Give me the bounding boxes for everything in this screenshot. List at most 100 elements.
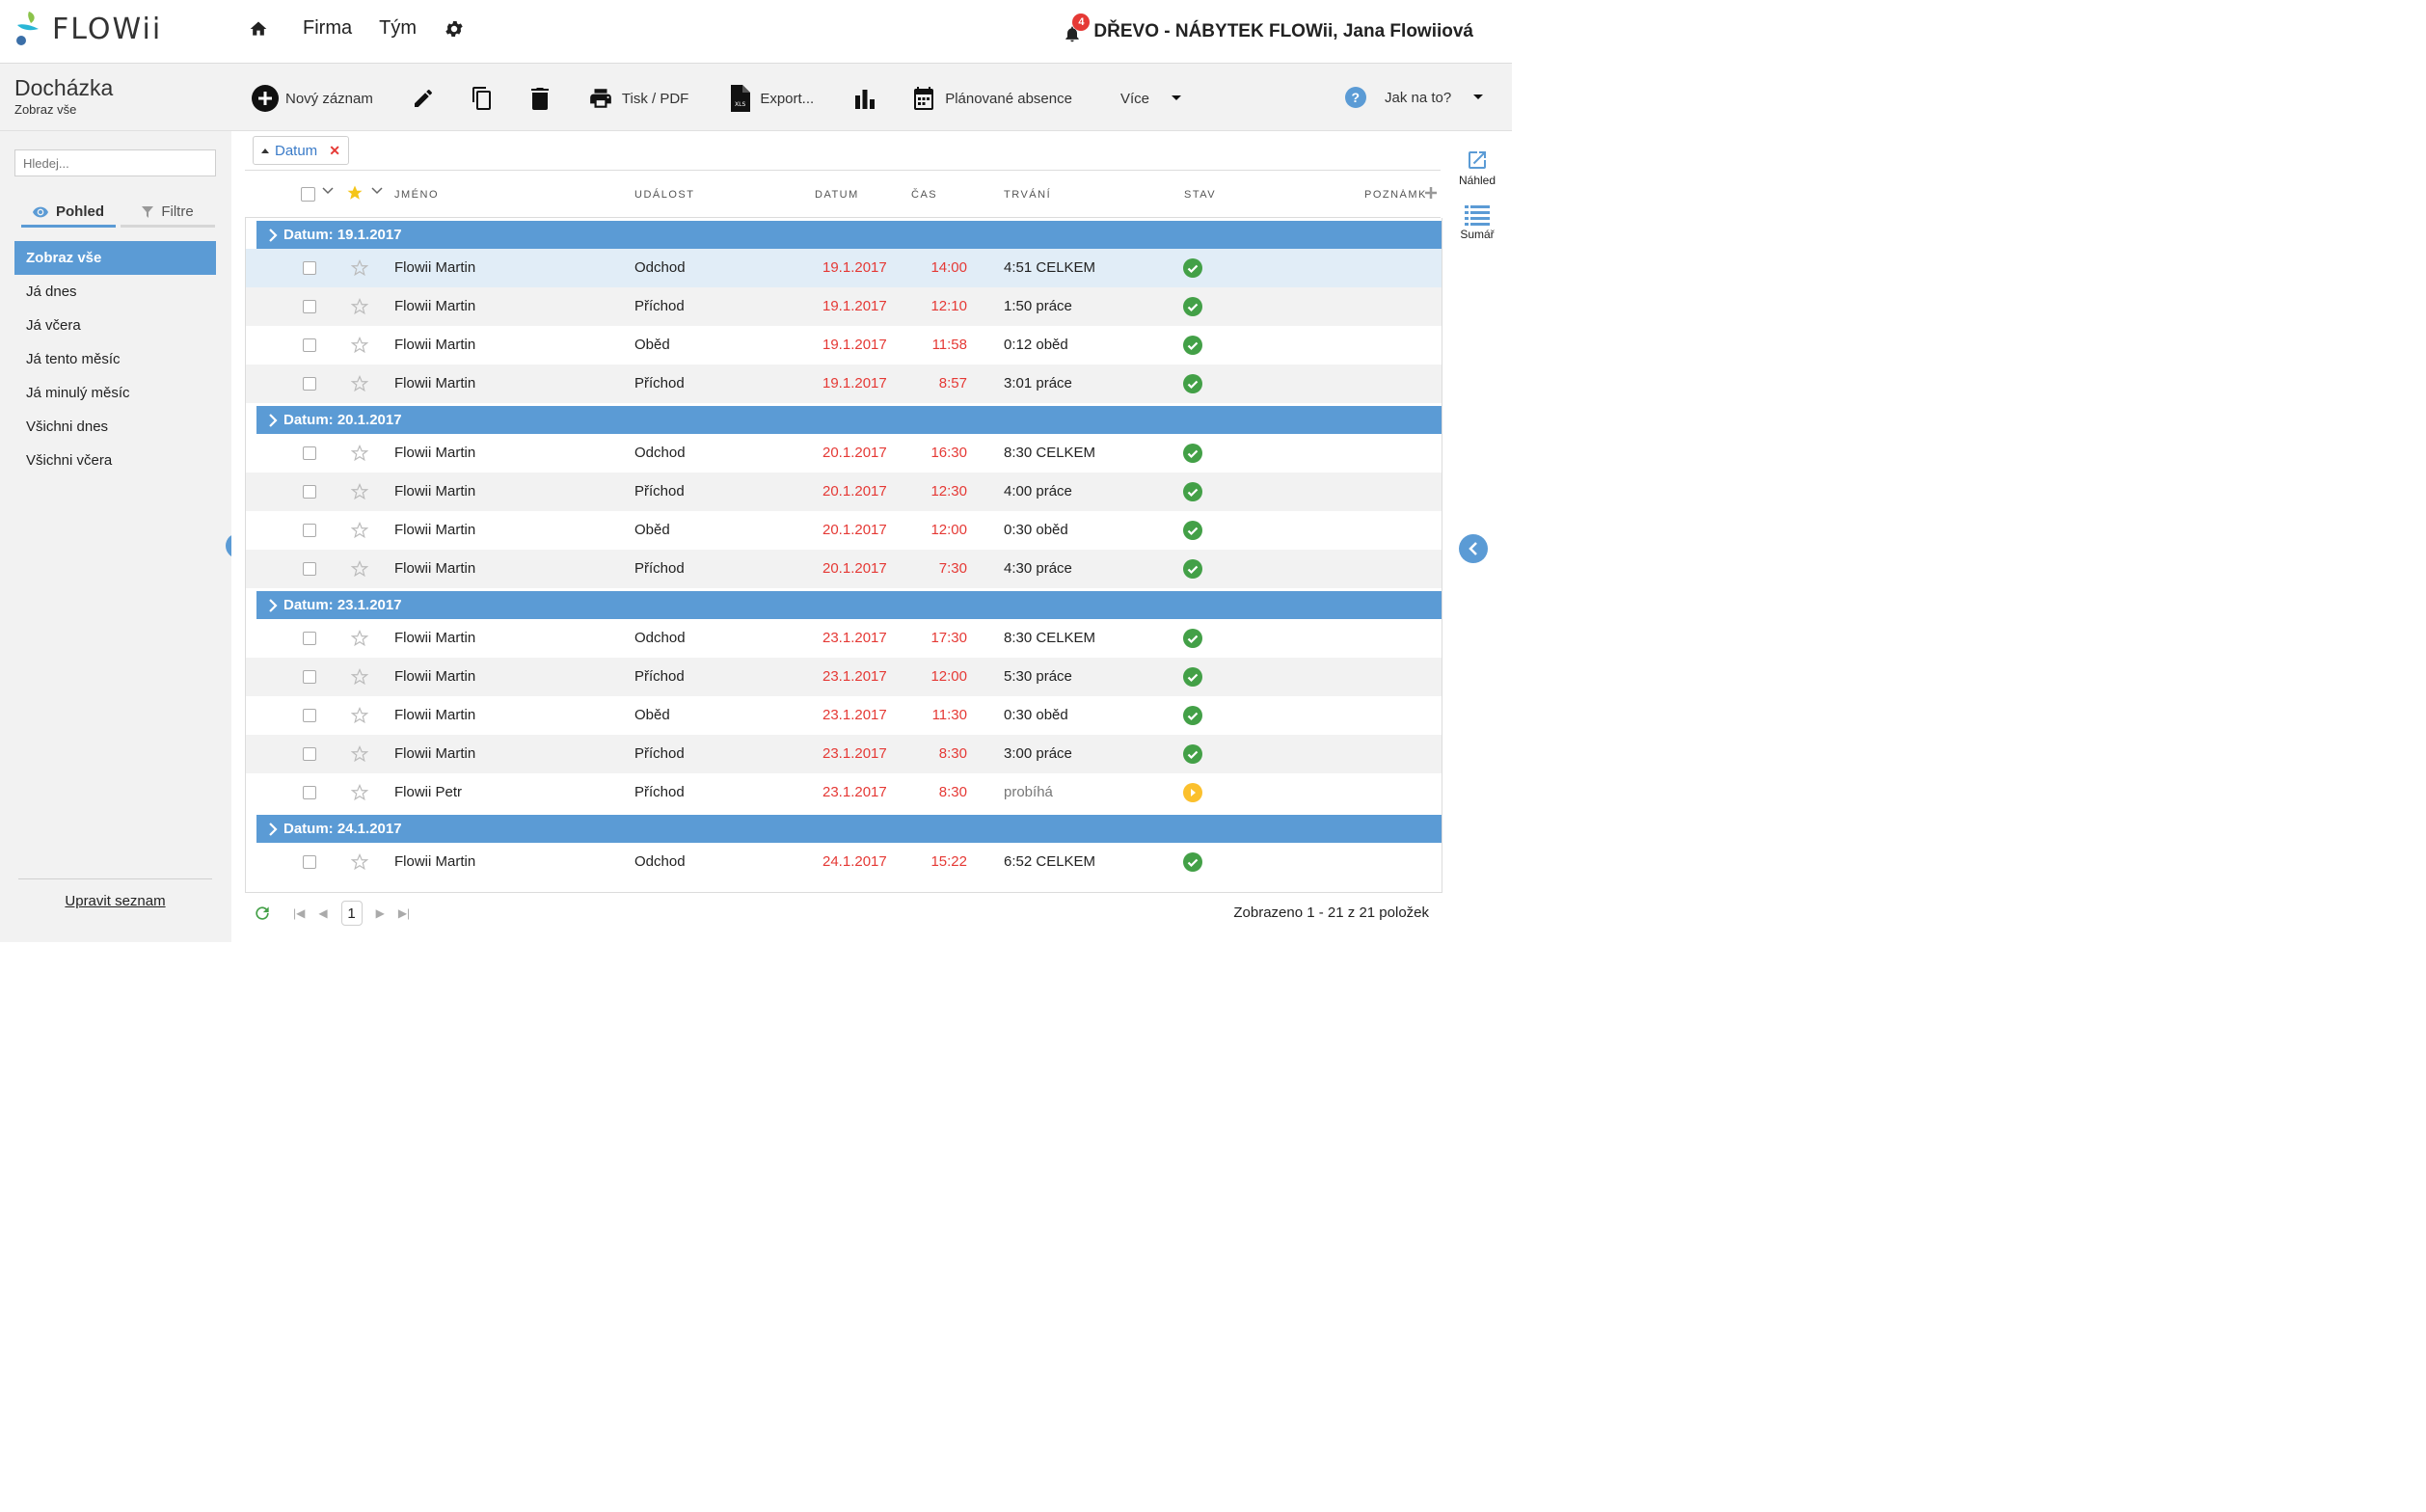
- star-icon[interactable]: [350, 744, 369, 767]
- sidebar-item-all-today[interactable]: Všichni dnes: [14, 410, 216, 444]
- row-checkbox[interactable]: [303, 670, 316, 684]
- sidebar-item-me-last-month[interactable]: Já minulý měsíc: [14, 376, 216, 410]
- table-row[interactable]: Flowii Martin Příchod 20.1.2017 12:30 4:00 p…: [246, 472, 1442, 511]
- cell-time: 12:00: [930, 668, 967, 685]
- table-row[interactable]: Flowii Martin Příchod 23.1.2017 12:00 5:30 p…: [246, 658, 1442, 696]
- tab-view[interactable]: Pohled: [21, 199, 116, 228]
- chart-button[interactable]: [854, 88, 876, 109]
- column-duration[interactable]: TRVÁNÍ: [1004, 189, 1051, 201]
- row-checkbox[interactable]: [303, 338, 316, 352]
- bell-icon[interactable]: 4: [1063, 14, 1091, 42]
- star-icon[interactable]: [350, 852, 369, 875]
- chevron-down-icon[interactable]: [371, 186, 383, 199]
- table-row[interactable]: Flowii Martin Odchod 20.1.2017 16:30 8:30 CE…: [246, 434, 1442, 472]
- star-icon[interactable]: [350, 444, 369, 466]
- star-filled-icon[interactable]: [346, 184, 364, 204]
- row-checkbox[interactable]: [303, 485, 316, 499]
- table-row[interactable]: Flowii Martin Oběd 19.1.2017 11:58 0:12 oběd: [246, 326, 1442, 364]
- star-icon[interactable]: [350, 297, 369, 319]
- logo[interactable]: FLOWii: [13, 10, 162, 48]
- sidebar-item-me-yesterday[interactable]: Já včera: [14, 309, 216, 342]
- star-icon[interactable]: [350, 783, 369, 805]
- help-dropdown[interactable]: ? Jak na to?: [1344, 86, 1484, 109]
- copy-button[interactable]: [471, 86, 494, 111]
- group-header[interactable]: Datum: 19.1.2017: [256, 221, 1442, 249]
- home-icon[interactable]: [249, 19, 268, 39]
- nav-tym[interactable]: Tým: [379, 17, 417, 40]
- prev-page-icon[interactable]: ◀: [318, 906, 327, 920]
- column-note[interactable]: POZNÁMKA: [1364, 189, 1426, 201]
- nav-firma[interactable]: Firma: [303, 17, 352, 40]
- export-button[interactable]: XLS Export...: [729, 85, 814, 112]
- group-chip-date[interactable]: Datum ✕: [253, 136, 349, 165]
- delete-button[interactable]: [529, 86, 551, 111]
- table-row[interactable]: Flowii Martin Odchod 19.1.2017 14:00 4:51 CE…: [246, 249, 1442, 287]
- row-checkbox[interactable]: [303, 446, 316, 460]
- cell-name: Flowii Martin: [394, 298, 476, 314]
- row-checkbox[interactable]: [303, 855, 316, 869]
- search-input[interactable]: [14, 149, 216, 176]
- column-date[interactable]: DATUM: [815, 189, 859, 201]
- sidebar-item-all-yesterday[interactable]: Všichni včera: [14, 444, 216, 477]
- table-row[interactable]: Flowii Martin Příchod 19.1.2017 12:10 1:50 p…: [246, 287, 1442, 326]
- gear-icon[interactable]: [444, 18, 465, 40]
- table-row[interactable]: Flowii Martin Odchod 24.1.2017 15:22 6:52 CE…: [246, 843, 1442, 881]
- last-page-icon[interactable]: ▶|: [398, 906, 410, 920]
- column-status[interactable]: STAV: [1184, 189, 1216, 201]
- row-checkbox[interactable]: [303, 562, 316, 576]
- table-row[interactable]: Flowii Martin Oběd 23.1.2017 11:30 0:30 oběd: [246, 696, 1442, 735]
- row-checkbox[interactable]: [303, 300, 316, 313]
- current-page[interactable]: 1: [340, 901, 363, 926]
- summary-button[interactable]: Sumář: [1448, 204, 1506, 241]
- collapse-right-button[interactable]: [1459, 534, 1488, 563]
- more-dropdown[interactable]: Více: [1120, 91, 1182, 107]
- table-row[interactable]: Flowii Martin Oběd 20.1.2017 12:00 0:30 oběd: [246, 511, 1442, 550]
- row-checkbox[interactable]: [303, 377, 316, 391]
- planned-absence-button[interactable]: Plánované absence: [912, 86, 1072, 111]
- group-header[interactable]: Datum: 23.1.2017: [256, 591, 1442, 619]
- print-button[interactable]: Tisk / PDF: [587, 86, 688, 111]
- sidebar-item-me-today[interactable]: Já dnes: [14, 275, 216, 309]
- star-icon[interactable]: [350, 336, 369, 358]
- table-row[interactable]: Flowii Martin Odchod 23.1.2017 17:30 8:30 CE…: [246, 619, 1442, 658]
- table-row[interactable]: Flowii Martin Příchod 20.1.2017 7:30 4:30 pr…: [246, 550, 1442, 588]
- row-checkbox[interactable]: [303, 632, 316, 645]
- star-icon[interactable]: [350, 706, 369, 728]
- first-page-icon[interactable]: |◀: [293, 906, 305, 920]
- row-checkbox[interactable]: [303, 747, 316, 761]
- add-column-icon[interactable]: [1423, 185, 1439, 203]
- sidebar-item-show-all[interactable]: Zobraz vše: [14, 241, 216, 275]
- group-header[interactable]: Datum: 24.1.2017: [256, 815, 1442, 843]
- company-user[interactable]: 4 DŘEVO - NÁBYTEK FLOWii, Jana Flowiiová: [1063, 14, 1473, 42]
- row-checkbox[interactable]: [303, 786, 316, 799]
- group-header[interactable]: Datum: 20.1.2017: [256, 406, 1442, 434]
- new-record-button[interactable]: Nový záznam: [251, 84, 373, 113]
- row-checkbox[interactable]: [303, 261, 316, 275]
- star-icon[interactable]: [350, 374, 369, 396]
- star-icon[interactable]: [350, 258, 369, 281]
- select-all-checkbox[interactable]: [301, 187, 315, 202]
- column-event[interactable]: UDÁLOST: [634, 189, 694, 201]
- edit-list-link[interactable]: Upravit seznam: [18, 878, 212, 909]
- edit-button[interactable]: [412, 87, 435, 110]
- star-icon[interactable]: [350, 482, 369, 504]
- row-checkbox[interactable]: [303, 524, 316, 537]
- refresh-icon[interactable]: [253, 904, 272, 927]
- star-icon[interactable]: [350, 559, 369, 581]
- table-row[interactable]: Flowii Martin Příchod 23.1.2017 8:30 3:00 pr…: [246, 735, 1442, 773]
- table-row[interactable]: Flowii Petr Příchod 23.1.2017 8:30 probíhá: [246, 773, 1442, 812]
- preview-button[interactable]: Náhled: [1448, 148, 1506, 187]
- planned-absence-label: Plánované absence: [945, 90, 1072, 107]
- column-time[interactable]: ČAS: [911, 189, 937, 201]
- star-icon[interactable]: [350, 521, 369, 543]
- tab-filter[interactable]: Filtre: [121, 199, 215, 228]
- star-icon[interactable]: [350, 667, 369, 689]
- chevron-down-icon[interactable]: [322, 186, 334, 199]
- sidebar-item-me-this-month[interactable]: Já tento měsíc: [14, 342, 216, 376]
- row-checkbox[interactable]: [303, 709, 316, 722]
- remove-chip-icon[interactable]: ✕: [329, 143, 340, 159]
- star-icon[interactable]: [350, 629, 369, 651]
- column-name[interactable]: JMÉNO: [394, 189, 439, 201]
- next-page-icon[interactable]: ▶: [376, 906, 385, 920]
- table-row[interactable]: Flowii Martin Příchod 19.1.2017 8:57 3:01 pr…: [246, 364, 1442, 403]
